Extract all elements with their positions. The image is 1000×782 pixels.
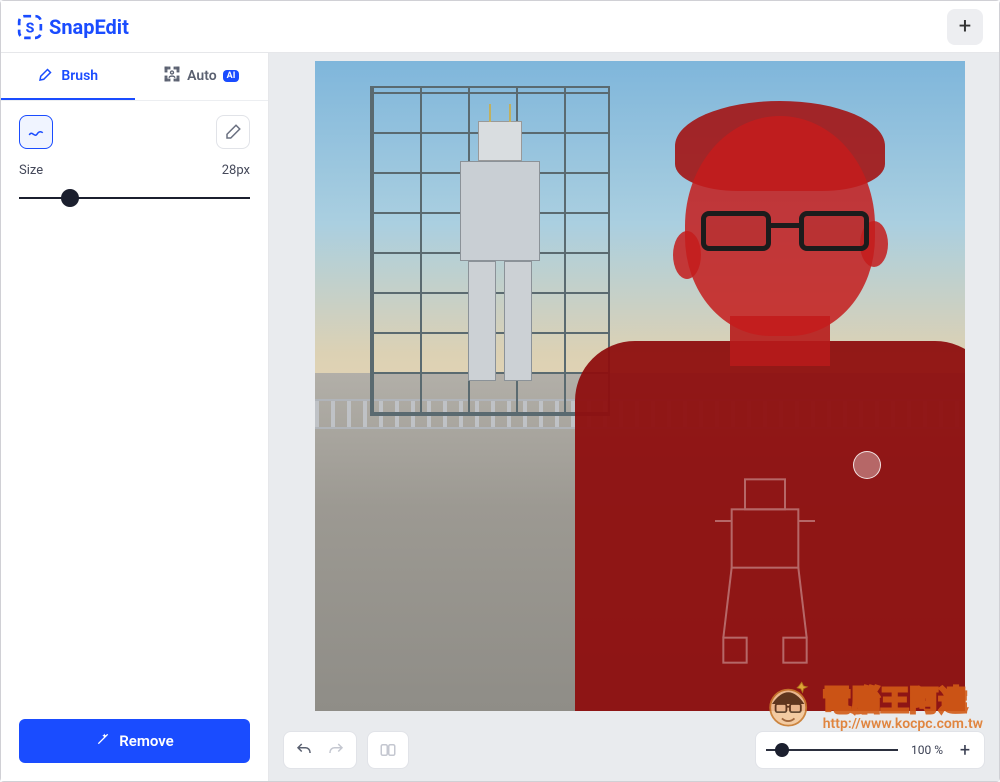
size-value: 28px bbox=[222, 163, 250, 178]
bottom-toolbar: 100 % + bbox=[283, 729, 985, 771]
add-button[interactable]: + bbox=[947, 9, 983, 45]
tab-brush[interactable]: Brush bbox=[1, 53, 135, 100]
tab-auto-label: Auto bbox=[187, 68, 217, 84]
brush-panel: Size 28px bbox=[1, 101, 268, 719]
plus-icon: + bbox=[959, 14, 971, 39]
app-name: SnapEdit bbox=[49, 15, 129, 39]
brush-cursor-indicator bbox=[853, 451, 881, 479]
logo-icon: S bbox=[17, 14, 43, 40]
tool-tabs: Brush Auto AI bbox=[1, 53, 268, 101]
glasses-icon bbox=[701, 211, 869, 255]
size-label: Size bbox=[19, 163, 43, 178]
eraser-tool-button[interactable] bbox=[216, 115, 250, 149]
zoom-value: 100 % bbox=[908, 743, 946, 757]
remove-button-label: Remove bbox=[119, 732, 174, 750]
auto-detect-icon bbox=[163, 65, 181, 87]
undo-button[interactable] bbox=[288, 734, 320, 766]
ai-badge: AI bbox=[223, 70, 240, 82]
image-canvas[interactable] bbox=[315, 61, 965, 711]
zoom-in-button[interactable]: + bbox=[956, 740, 974, 761]
magic-wand-icon bbox=[95, 731, 111, 751]
remove-button[interactable]: Remove bbox=[19, 719, 250, 763]
redo-button[interactable] bbox=[320, 734, 352, 766]
selection-mask bbox=[555, 101, 965, 711]
zoom-slider-thumb[interactable] bbox=[775, 743, 789, 757]
brush-size-slider[interactable] bbox=[19, 184, 250, 212]
compare-button[interactable] bbox=[372, 734, 404, 766]
brush-icon bbox=[37, 65, 55, 87]
sidebar: Brush Auto AI Size 28px bbox=[1, 53, 269, 781]
svg-text:S: S bbox=[26, 20, 35, 36]
tab-auto[interactable]: Auto AI bbox=[135, 53, 269, 100]
draw-tool-button[interactable] bbox=[19, 115, 53, 149]
background-robot bbox=[445, 121, 555, 391]
app-header: S SnapEdit + bbox=[1, 1, 999, 53]
zoom-slider[interactable] bbox=[766, 749, 898, 751]
app-logo[interactable]: S SnapEdit bbox=[17, 14, 129, 40]
tab-brush-label: Brush bbox=[61, 68, 98, 84]
zoom-control: 100 % + bbox=[755, 731, 985, 769]
slider-thumb[interactable] bbox=[61, 189, 79, 207]
canvas-area: 電腦王阿達 http://www.kocpc.com.tw bbox=[269, 53, 999, 781]
